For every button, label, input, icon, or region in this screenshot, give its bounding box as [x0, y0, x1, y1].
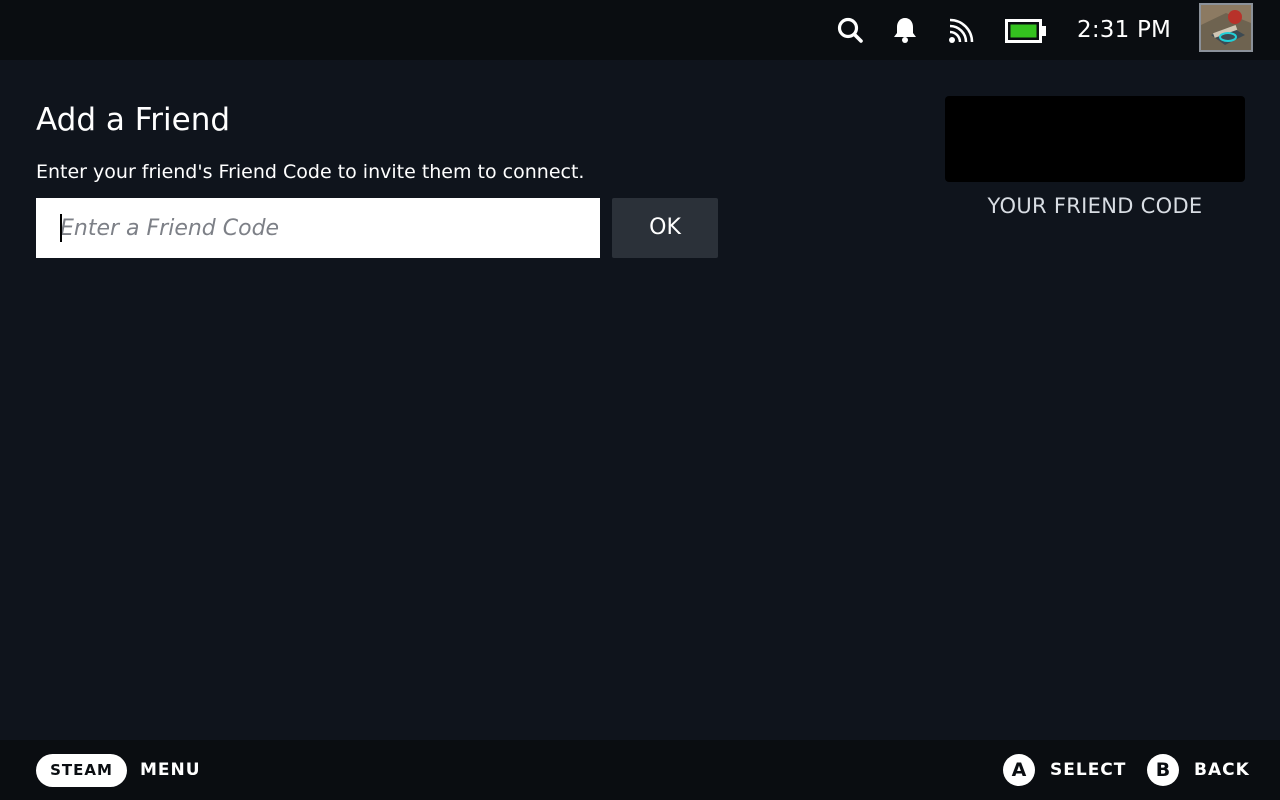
page-description: Enter your friend's Friend Code to invit… [36, 161, 585, 183]
a-button-glyph[interactable]: A [1003, 754, 1035, 786]
signal-icon [948, 18, 974, 44]
battery-icon [1005, 19, 1047, 43]
bell-icon[interactable] [892, 16, 918, 44]
back-hint-label: BACK [1194, 760, 1250, 780]
b-button-glyph[interactable]: B [1147, 754, 1179, 786]
add-friend-page: Add a Friend Enter your friend's Friend … [0, 60, 1280, 740]
ok-button[interactable]: OK [612, 198, 718, 258]
your-friend-code-box [945, 96, 1245, 182]
text-cursor [60, 214, 62, 242]
controller-hints-bar: STEAM MENU A SELECT B BACK [0, 740, 1280, 800]
status-bar: 2:31 PM [0, 0, 1280, 60]
steam-button-glyph[interactable]: STEAM [36, 754, 127, 787]
select-hint-label: SELECT [1050, 760, 1127, 780]
friend-code-input[interactable] [36, 198, 600, 258]
your-friend-code-label: YOUR FRIEND CODE [987, 194, 1203, 218]
avatar[interactable] [1199, 3, 1253, 52]
menu-hint-label: MENU [140, 760, 201, 780]
search-icon[interactable] [836, 16, 864, 44]
page-title: Add a Friend [36, 102, 231, 138]
clock: 2:31 PM [1077, 17, 1172, 43]
